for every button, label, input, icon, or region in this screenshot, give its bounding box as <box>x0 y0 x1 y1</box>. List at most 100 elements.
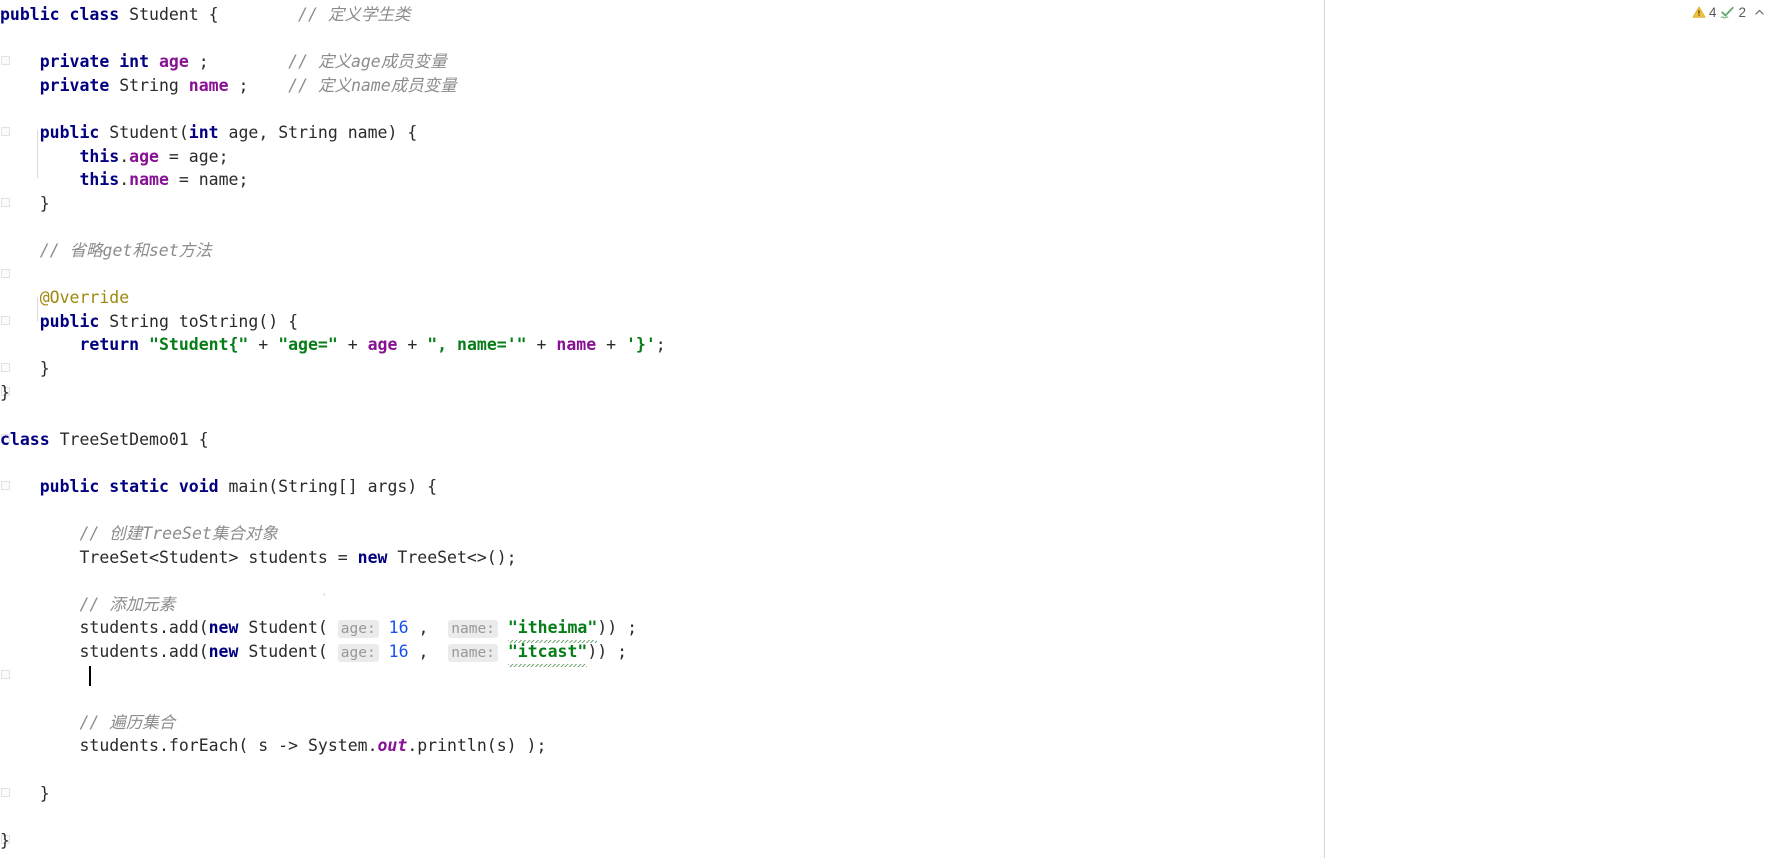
code-token: name <box>188 75 239 95</box>
code-line[interactable]: students.add(new Student( age: 16 , name… <box>0 616 1324 643</box>
inlay-parameter-hint[interactable]: age: <box>337 644 379 663</box>
code-token: @Override <box>39 288 130 308</box>
code-line[interactable]: } <box>0 357 1324 381</box>
string-literal-with-typo[interactable]: "itheima" <box>507 616 598 643</box>
code-token: + <box>596 335 626 355</box>
chevron-up-icon[interactable] <box>1750 6 1769 19</box>
code-token: + <box>248 335 279 355</box>
string-literal-with-typo[interactable]: "itcast" <box>507 640 588 667</box>
code-token: int <box>188 122 229 142</box>
inspection-widget[interactable]: 4 2 <box>1692 2 1769 22</box>
code-line[interactable]: public Student(int age, String name) { <box>0 121 1324 145</box>
code-token: ; <box>238 75 249 95</box>
warning-indicator[interactable]: 4 <box>1692 4 1717 20</box>
code-line[interactable]: this.age = age; <box>0 145 1324 169</box>
code-token: public <box>39 311 110 331</box>
code-token: private <box>39 75 120 95</box>
code-token: private int <box>39 52 159 72</box>
code-editor-pane[interactable]: public class Student { // 定义学生类 private … <box>0 0 1324 858</box>
code-line[interactable] <box>0 758 1324 782</box>
code-line[interactable]: private String name ; // 定义name成员变量 <box>0 74 1324 98</box>
inlay-parameter-hint[interactable]: age: <box>337 620 379 639</box>
code-line[interactable]: public static void main(String[] args) { <box>0 475 1324 499</box>
typo-indicator[interactable]: 2 <box>1720 5 1746 20</box>
code-line[interactable]: } <box>0 192 1324 216</box>
code-line[interactable]: private int age ; // 定义age成员变量 <box>0 50 1324 74</box>
code-line[interactable] <box>0 687 1324 711</box>
code-line[interactable]: } <box>0 782 1324 806</box>
code-line[interactable] <box>0 569 1324 593</box>
code-line[interactable] <box>0 451 1324 475</box>
code-token: + <box>337 335 368 355</box>
warning-triangle-icon <box>1692 5 1706 19</box>
code-token: // 定义age成员变量 <box>288 52 447 72</box>
code-line[interactable]: TreeSet<Student> students = new TreeSet<… <box>0 546 1324 570</box>
code-token: main(String[] args) { <box>228 476 438 496</box>
code-token: )) ; <box>597 618 638 638</box>
code-line[interactable] <box>0 263 1324 287</box>
code-line[interactable] <box>0 404 1324 428</box>
code-token: TreeSet<Student> students = <box>79 547 358 567</box>
text-caret <box>89 665 92 686</box>
code-line[interactable]: this.name = name; <box>0 168 1324 192</box>
code-line[interactable]: // 添加元素 <box>0 593 1324 617</box>
code-line[interactable]: // 遍历集合 <box>0 711 1324 735</box>
code-token: 16 <box>378 642 419 662</box>
code-token: class <box>0 429 60 449</box>
code-line[interactable]: public class Student { // 定义学生类 <box>0 3 1324 27</box>
code-token: String <box>119 75 189 95</box>
code-token: ", name='" <box>427 335 527 355</box>
code-line[interactable] <box>0 215 1324 239</box>
code-line[interactable] <box>0 97 1324 121</box>
code-token: // 省略get和set方法 <box>39 240 212 260</box>
code-token: name <box>556 335 597 355</box>
code-line[interactable]: public String toString() { <box>0 310 1324 334</box>
code-token: "Student{" <box>149 335 249 355</box>
code-token: String toString() { <box>109 311 299 331</box>
warning-count: 4 <box>1708 4 1717 20</box>
code-line[interactable] <box>0 498 1324 522</box>
code-line[interactable] <box>0 27 1324 51</box>
code-line[interactable]: } <box>0 381 1324 405</box>
code-token: this <box>79 146 120 166</box>
inlay-parameter-hint[interactable]: name: <box>448 644 498 663</box>
code-line[interactable] <box>0 805 1324 829</box>
code-token: public static void <box>39 476 229 496</box>
editor-window: public class Student { // 定义学生类 private … <box>0 0 1775 858</box>
code-token: } <box>0 783 50 803</box>
code-line[interactable]: @Override <box>0 286 1324 310</box>
code-line[interactable]: class TreeSetDemo01 { <box>0 428 1324 452</box>
code-token: Student { <box>129 5 219 24</box>
code-content[interactable]: public class Student { // 定义学生类 private … <box>0 3 1324 852</box>
code-line[interactable]: } <box>0 829 1324 853</box>
code-token: ; <box>198 52 209 72</box>
right-pane <box>1325 0 1775 858</box>
code-token: public <box>39 122 110 142</box>
code-token: age <box>367 335 398 355</box>
code-line[interactable]: // 省略get和set方法 <box>0 239 1324 263</box>
code-line[interactable]: students.forEach( s -> System.out.printl… <box>0 734 1324 758</box>
fold-placeholder-tick[interactable]: ˋ <box>321 592 329 607</box>
code-token: "age=" <box>278 335 338 355</box>
code-line[interactable]: // 创建TreeSet集合对象 <box>0 522 1324 546</box>
code-token: public class <box>0 5 130 24</box>
code-line[interactable] <box>0 664 1324 688</box>
code-line[interactable]: return "Student{" + "age=" + age + ", na… <box>0 333 1324 357</box>
inlay-parameter-hint[interactable]: name: <box>448 620 498 639</box>
code-token: // 创建TreeSet集合对象 <box>79 524 278 544</box>
code-token: } <box>0 382 10 402</box>
code-line[interactable]: students.add(new Student( age: 16 , name… <box>0 640 1324 667</box>
code-token: ; <box>655 335 666 355</box>
